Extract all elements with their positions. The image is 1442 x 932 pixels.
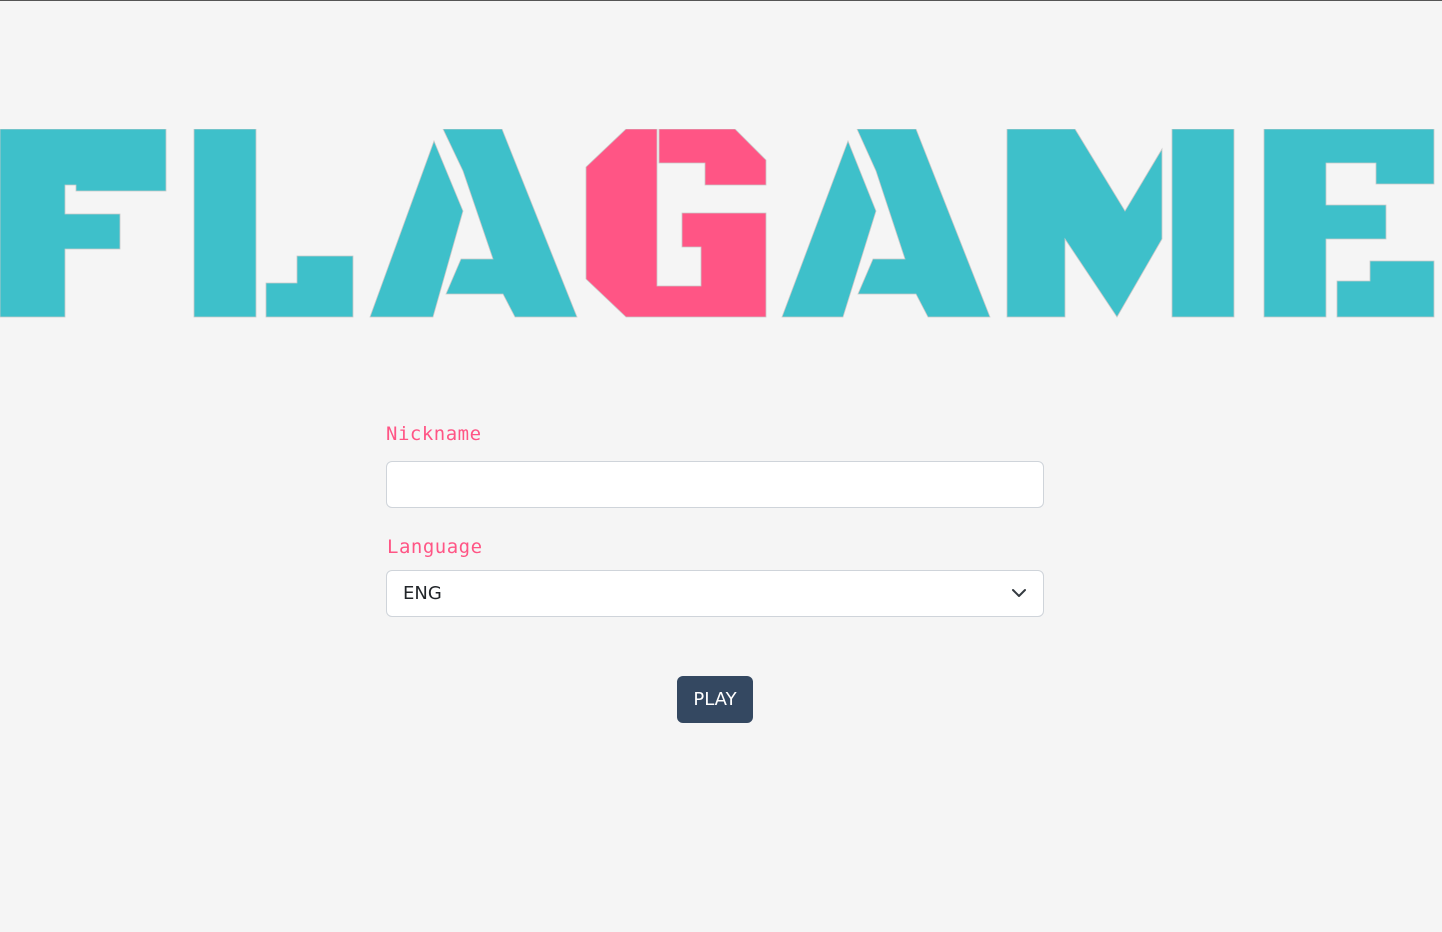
- nickname-label: Nickname: [386, 423, 482, 445]
- logo-letter-e: [1263, 129, 1435, 318]
- logo-letter-a2: [781, 129, 991, 318]
- play-button[interactable]: PLAY: [677, 676, 753, 723]
- logo-letter-m: [1006, 129, 1235, 318]
- app-logo: [0, 129, 1442, 319]
- language-selected-value: ENG: [403, 583, 442, 604]
- logo-letter-f: [0, 129, 167, 318]
- logo-letter-a1: [369, 129, 578, 318]
- nickname-input[interactable]: [386, 461, 1044, 508]
- logo-letter-l: [193, 129, 354, 318]
- language-select[interactable]: ENG: [386, 570, 1044, 617]
- login-form: Nickname Language ENG: [386, 421, 1044, 617]
- chevron-down-icon: [1012, 589, 1026, 597]
- language-label: Language: [387, 536, 483, 558]
- logo-letter-g: [585, 129, 767, 318]
